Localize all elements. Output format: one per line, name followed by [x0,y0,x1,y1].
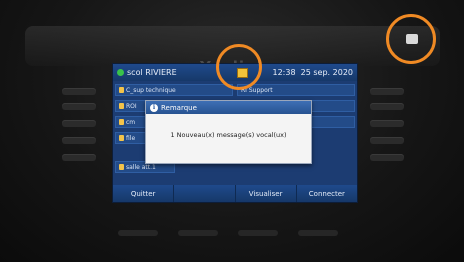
line-label-text: ROI [126,102,137,110]
line-key-left-3[interactable] [62,120,96,127]
softkey-view[interactable]: Visualiser [236,185,297,202]
time: 12:38 [272,68,296,77]
line-label-text: cm [126,118,136,126]
notification-dialog: i Remarque 1 Nouveau(x) message(s) vocal… [145,100,312,164]
line-phone-icon [119,135,124,141]
highlight-circle-led [386,14,436,64]
softkey-connect[interactable]: Connecter [297,185,357,202]
hw-softkey-3[interactable] [238,230,278,236]
line-phone-icon [119,87,124,93]
line-label-text: file [126,134,136,142]
desk-phone: Yealink scol RIVIERE 12:38 25 sep. 2020 … [0,0,464,262]
highlight-circle-voicemail [216,44,262,90]
account-indicator: scol RIVIERE [117,68,177,77]
registered-icon [117,69,124,76]
info-icon: i [150,103,158,112]
hw-softkey-2[interactable] [178,230,218,236]
line-phone-icon [119,164,124,170]
line-key-right-3[interactable] [370,120,404,127]
softkey-bar: Quitter Visualiser Connecter [113,185,357,202]
dialog-title-bar: i Remarque [146,101,311,114]
line-phone-icon [119,103,124,109]
line-key-left-1[interactable] [62,88,96,95]
softkey-empty[interactable] [174,185,236,202]
line-phone-icon [119,119,124,125]
dialog-message: 1 Nouveau(x) message(s) vocal(ux) [170,131,287,139]
line-key-left-4[interactable] [62,137,96,144]
clock: 12:38 25 sep. 2020 [273,68,354,77]
line-key-right-5[interactable] [370,154,404,161]
right-line-label-1[interactable]: RI Support [237,84,355,96]
line-key-left-2[interactable] [62,103,96,110]
date: 25 sep. 2020 [300,68,353,77]
line-key-right-1[interactable] [370,88,404,95]
line-key-right-2[interactable] [370,103,404,110]
softkey-quit[interactable]: Quitter [113,185,175,202]
hw-softkey-4[interactable] [298,230,338,236]
line-key-right-4[interactable] [370,137,404,144]
line-label-text: C_sup technique [126,86,176,94]
hw-softkey-1[interactable] [118,230,158,236]
line-label-text: salle att.1 [126,163,156,171]
account-name: scol RIVIERE [127,68,177,77]
dialog-title: Remarque [161,103,197,112]
line-key-left-5[interactable] [62,154,96,161]
line-label-1[interactable]: C_sup technique [115,84,233,96]
